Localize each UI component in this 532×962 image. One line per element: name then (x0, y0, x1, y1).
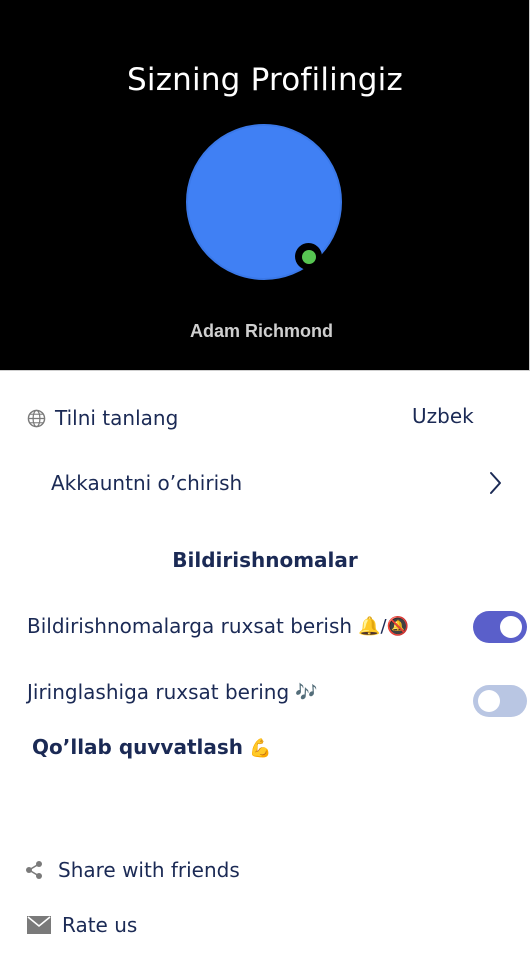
notifications-section-title: Bildirishnomalar (172, 548, 358, 572)
rate-label: Rate us (62, 913, 138, 937)
globe-icon (27, 409, 46, 427)
page-title: Sizning Profilingiz (127, 62, 403, 98)
allow-notifications-label: Bildirishnomalarga ruxsat berish (27, 614, 353, 638)
online-status-badge (295, 243, 322, 270)
chevron-right-icon[interactable] (487, 471, 503, 495)
language-value[interactable]: Uzbek (412, 404, 474, 428)
allow-ringing-toggle[interactable] (473, 685, 527, 717)
toggle-knob (500, 616, 522, 638)
allow-notifications-toggle[interactable] (473, 611, 527, 643)
username: Adam Richmond (189, 321, 333, 341)
share-label: Share with friends (58, 858, 240, 882)
share-icon (26, 861, 42, 879)
support-label: Qo’llab quvvatlash (32, 735, 244, 759)
support-section-title: Qo’llab quvvatlash 💪 (32, 735, 271, 759)
mail-icon (27, 916, 51, 934)
bell-icon: 🔔/🔕 (358, 615, 409, 637)
music-notes-icon: 🎶 (295, 681, 318, 703)
flexed-biceps-icon: 💪 (249, 738, 272, 759)
language-label: Tilni tanlang (55, 406, 179, 430)
online-status-dot (301, 249, 316, 264)
profile-header: Sizning Profilingiz Adam Richmond (0, 0, 530, 371)
allow-ringing-row: Jiringlashiga ruxsat bering 🎶 (27, 677, 318, 707)
share-with-friends-row[interactable]: Share with friends (25, 856, 240, 884)
toggle-knob (478, 690, 500, 712)
delete-account-label: Akkauntni o’chirish (51, 471, 243, 495)
delete-account-row[interactable]: Akkauntni o’chirish (51, 469, 242, 497)
rate-us-row[interactable]: Rate us (27, 911, 137, 939)
allow-notifications-row: Bildirishnomalarga ruxsat berish 🔔/🔕 (27, 612, 409, 640)
allow-ringing-label: Jiringlashiga ruxsat bering (27, 680, 290, 704)
